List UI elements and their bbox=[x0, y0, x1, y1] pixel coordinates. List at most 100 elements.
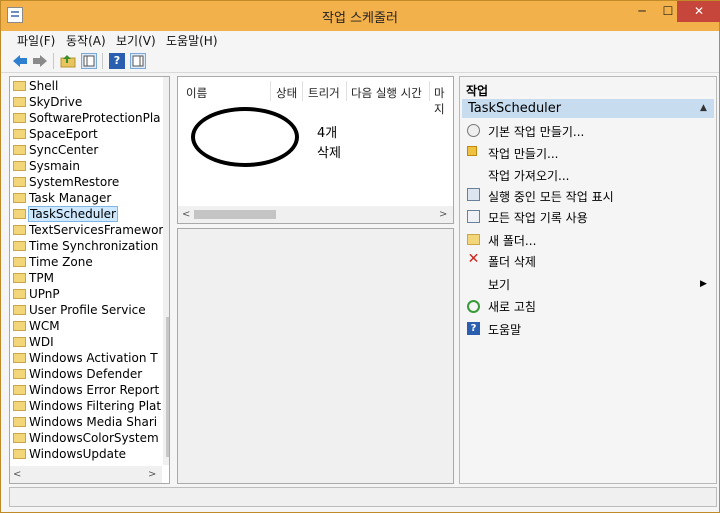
column-divider bbox=[302, 81, 303, 101]
submenu-arrow-icon[interactable]: ▶ bbox=[700, 279, 707, 289]
action-view[interactable]: 보기 bbox=[488, 276, 510, 293]
tree-item[interactable]: Windows Filtering Plat bbox=[13, 399, 162, 415]
column-last-run[interactable]: 마지 bbox=[434, 85, 453, 117]
tree-item[interactable]: Time Synchronization bbox=[13, 239, 159, 255]
scroll-right-icon[interactable]: > bbox=[439, 209, 447, 220]
tree-item[interactable]: TextServicesFramewor bbox=[13, 223, 164, 239]
tree-item[interactable]: SoftwareProtectionPla bbox=[13, 111, 162, 127]
column-next-run[interactable]: 다음 실행 시간 bbox=[351, 85, 422, 101]
folder-tree[interactable]: Shell SkyDrive SoftwareProtectionPla Spa… bbox=[9, 76, 170, 484]
tree-item[interactable]: User Profile Service bbox=[13, 303, 147, 319]
tree-item[interactable]: WindowsColorSystem bbox=[13, 431, 160, 447]
help-icon: ? bbox=[467, 322, 480, 335]
window-title: 작업 스케줄러 bbox=[322, 11, 398, 26]
folder-icon bbox=[13, 113, 26, 123]
menu-view[interactable]: 보기(V) bbox=[116, 32, 156, 49]
tree-item[interactable]: SystemRestore bbox=[13, 175, 120, 191]
tree-item[interactable]: Time Zone bbox=[13, 255, 94, 271]
status-bar bbox=[9, 487, 717, 507]
action-refresh[interactable]: 새로 고침 bbox=[488, 298, 536, 315]
tree-item[interactable]: Windows Defender bbox=[13, 367, 143, 383]
folder-icon bbox=[13, 129, 26, 139]
scroll-left-icon[interactable]: < bbox=[13, 469, 21, 480]
tree-item[interactable]: WindowsUpdate bbox=[13, 447, 127, 463]
actions-pane: 작업 TaskScheduler ▲ 기본 작업 만들기... 작업 만들기..… bbox=[459, 76, 717, 484]
tree-item[interactable]: WCM bbox=[13, 319, 61, 335]
folder-icon bbox=[13, 353, 26, 363]
folder-icon bbox=[13, 305, 26, 315]
tree-item[interactable]: Sysmain bbox=[13, 159, 81, 175]
action-enable-history[interactable]: 모든 작업 기록 사용 bbox=[488, 209, 588, 226]
scroll-left-icon[interactable]: < bbox=[182, 209, 190, 220]
column-divider bbox=[429, 81, 430, 101]
folder-icon bbox=[13, 289, 26, 299]
actions-header: 작업 bbox=[466, 84, 489, 98]
task-list[interactable]: 이름 상태 트리거 다음 실행 시간 마지 4개 삭제 < > bbox=[177, 76, 454, 224]
title-bar[interactable]: 작업 스케줄러 ─ ☐ ✕ bbox=[1, 1, 720, 31]
tree-scroll-thumb[interactable] bbox=[166, 317, 169, 457]
create-basic-task-icon bbox=[467, 124, 480, 137]
forward-arrow-icon[interactable] bbox=[32, 53, 48, 69]
tree-item[interactable]: Windows Activation T bbox=[13, 351, 159, 367]
back-arrow-icon[interactable] bbox=[12, 53, 28, 69]
help-icon[interactable]: ? bbox=[109, 53, 125, 69]
section-title: TaskScheduler bbox=[468, 101, 562, 116]
folder-icon bbox=[13, 145, 26, 155]
tree-item[interactable]: Windows Media Shari bbox=[13, 415, 158, 431]
tree-item[interactable]: SkyDrive bbox=[13, 95, 83, 111]
column-name[interactable]: 이름 bbox=[186, 85, 207, 101]
column-trigger[interactable]: 트리거 bbox=[308, 85, 340, 101]
tree-horizontal-scrollbar[interactable]: < > bbox=[10, 466, 162, 483]
folder-icon bbox=[13, 97, 26, 107]
folder-icon bbox=[13, 257, 26, 267]
annotation-oval bbox=[191, 107, 299, 167]
column-status[interactable]: 상태 bbox=[276, 85, 297, 101]
action-import-task[interactable]: 작업 가져오기... bbox=[488, 167, 570, 184]
folder-icon bbox=[13, 337, 26, 347]
create-task-icon bbox=[467, 146, 477, 156]
up-folder-icon[interactable] bbox=[60, 53, 76, 69]
close-button[interactable]: ✕ bbox=[677, 1, 720, 22]
folder-icon bbox=[13, 433, 26, 443]
tree-item[interactable]: SpaceEport bbox=[13, 127, 99, 143]
detail-pane bbox=[177, 228, 454, 484]
action-delete-folder[interactable]: 폴더 삭제 bbox=[488, 253, 536, 270]
list-scroll-thumb[interactable] bbox=[194, 210, 276, 219]
menu-help[interactable]: 도움말(H) bbox=[166, 32, 218, 49]
action-create-basic-task[interactable]: 기본 작업 만들기... bbox=[488, 123, 584, 140]
tree-item[interactable]: WDI bbox=[13, 335, 55, 351]
column-divider bbox=[346, 81, 347, 101]
tree-item[interactable]: Task Manager bbox=[13, 191, 112, 207]
tree-item[interactable]: UPnP bbox=[13, 287, 61, 303]
minimize-button[interactable]: ─ bbox=[629, 1, 655, 22]
toolbar: ? bbox=[1, 50, 719, 73]
folder-icon bbox=[13, 225, 26, 235]
folder-icon bbox=[13, 369, 26, 379]
running-tasks-icon bbox=[467, 188, 480, 201]
action-help[interactable]: 도움말 bbox=[488, 321, 521, 338]
show-hide-action-pane-icon[interactable] bbox=[130, 53, 146, 69]
tree-item[interactable]: SyncCenter bbox=[13, 143, 99, 159]
tree-item[interactable]: Windows Error Report bbox=[13, 383, 160, 399]
folder-icon bbox=[13, 273, 26, 283]
collapse-arrow-icon[interactable]: ▲ bbox=[700, 103, 707, 113]
tree-item[interactable]: Shell bbox=[13, 79, 59, 95]
actions-section-header[interactable]: TaskScheduler ▲ bbox=[462, 99, 714, 118]
action-new-folder[interactable]: 새 폴더... bbox=[488, 232, 536, 249]
action-create-task[interactable]: 작업 만들기... bbox=[488, 145, 558, 162]
tree-item-selected[interactable]: TaskScheduler bbox=[13, 206, 118, 223]
scroll-right-icon[interactable]: > bbox=[148, 469, 156, 480]
folder-icon bbox=[13, 193, 26, 203]
menu-bar: 파일(F) 동작(A) 보기(V) 도움말(H) bbox=[1, 31, 719, 50]
folder-icon bbox=[13, 241, 26, 251]
menu-file[interactable]: 파일(F) bbox=[17, 32, 55, 49]
action-show-running-tasks[interactable]: 실행 중인 모든 작업 표시 bbox=[488, 188, 614, 205]
annotation-text: 4개 bbox=[317, 126, 338, 141]
menu-action[interactable]: 동작(A) bbox=[66, 32, 106, 49]
folder-icon bbox=[13, 385, 26, 395]
show-hide-tree-icon[interactable] bbox=[81, 53, 97, 69]
tree-item[interactable]: TPM bbox=[13, 271, 55, 287]
delete-icon: ✕ bbox=[467, 251, 480, 267]
annotation-text: 삭제 bbox=[317, 146, 341, 161]
folder-icon bbox=[13, 449, 26, 459]
